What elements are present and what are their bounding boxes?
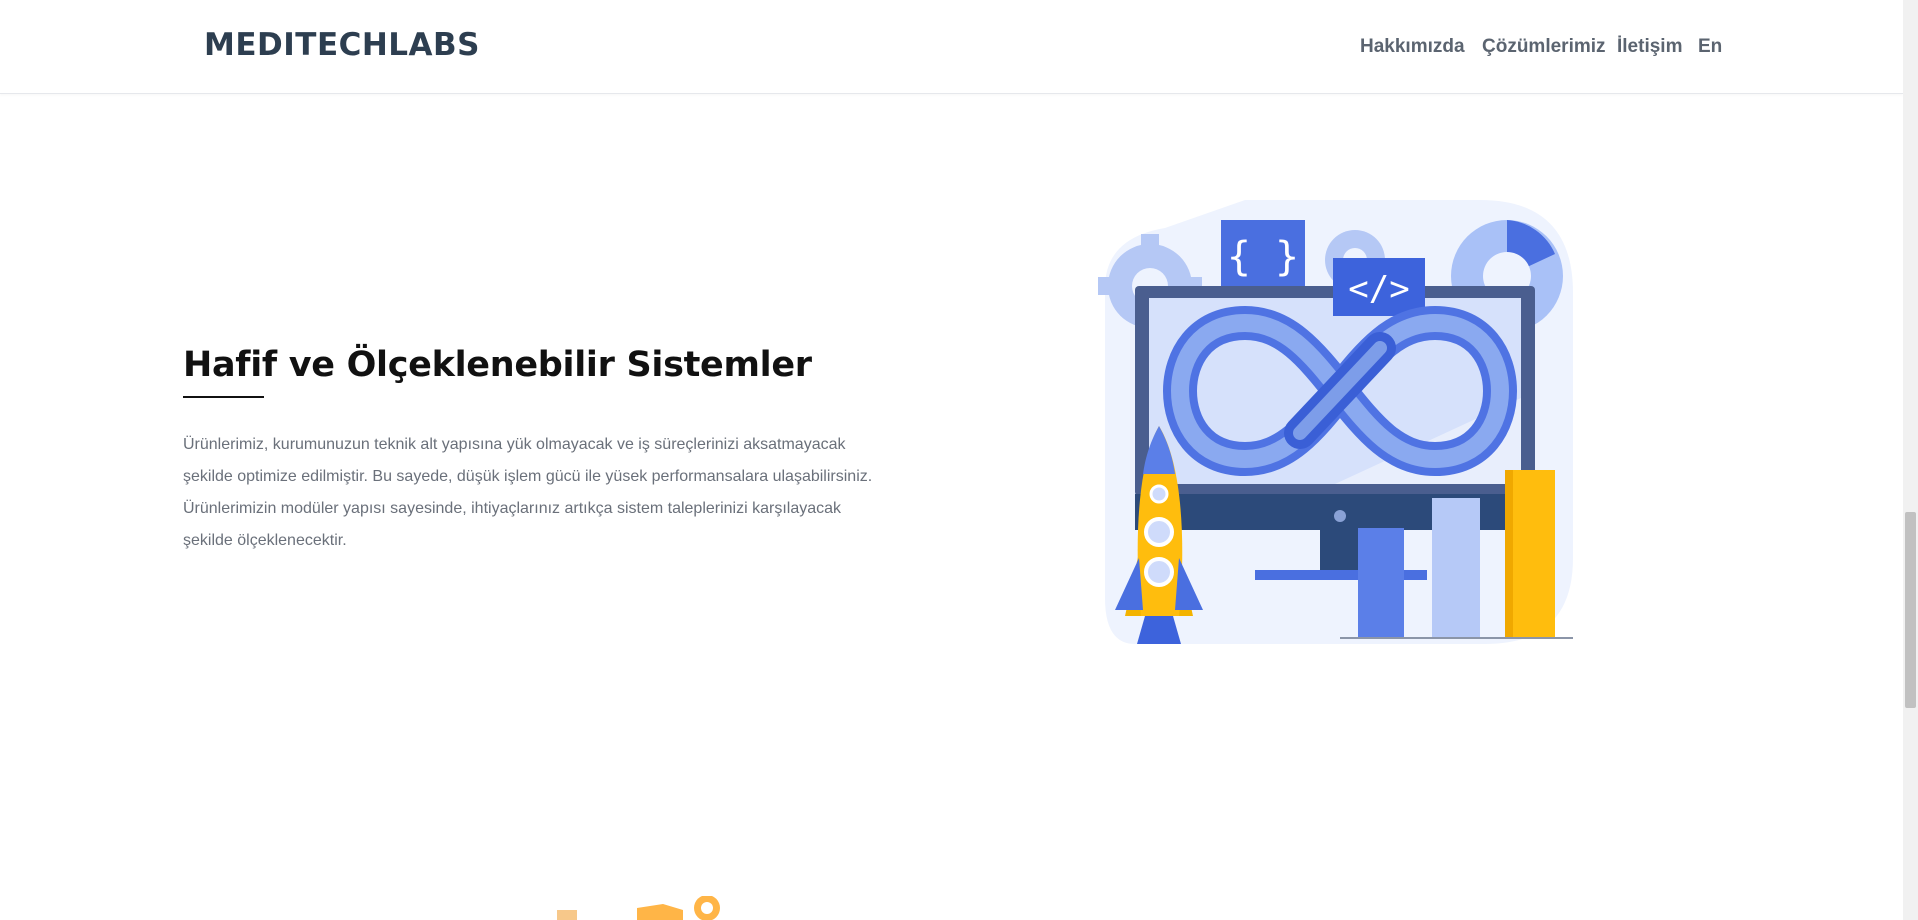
code-tag-icon: </> [1348,269,1409,309]
braces-icon: { } [1227,234,1299,280]
paragraph-line: şekilde optimize edilmiştir. Bu sayede, … [183,468,873,485]
nav-item-hakkimizda[interactable]: Hakkımızda [1360,36,1465,58]
scrollbar-thumb[interactable] [1905,512,1916,708]
title-divider [183,396,264,398]
page-scrollbar[interactable] [1903,0,1918,920]
section-paragraph: Ürünlerimiz, kurumunuzun teknik alt yapı… [183,429,923,557]
nav-item-language-en[interactable]: En [1698,36,1722,58]
nav-item-cozumlerimiz[interactable]: Çözümlerimiz [1482,36,1606,58]
nav-item-iletisim[interactable]: İletişim [1617,36,1682,58]
site-header: MEDITECHLABS Hakkımızda Çözümlerimiz İle… [0,0,1903,94]
bar-blue [1358,528,1404,638]
paragraph-line: şekilde ölçeklenecektir. [183,532,347,549]
monitor-stand [1320,530,1360,572]
bar-light-blue [1432,498,1480,638]
devops-illustration: { } </> [1098,200,1573,644]
section-title: Hafif ve Ölçeklenebilir Sistemler [183,345,812,386]
paragraph-line: Ürünlerimiz, kurumunuzun teknik alt yapı… [183,436,846,453]
paragraph-line: Ürünlerimizin modüler yapısı sayesinde, … [183,500,842,517]
gear-icon [694,896,720,920]
main-nav: Hakkımızda Çözümlerimiz İletişim En [0,36,1903,62]
next-section-illustration-peek [557,896,720,920]
